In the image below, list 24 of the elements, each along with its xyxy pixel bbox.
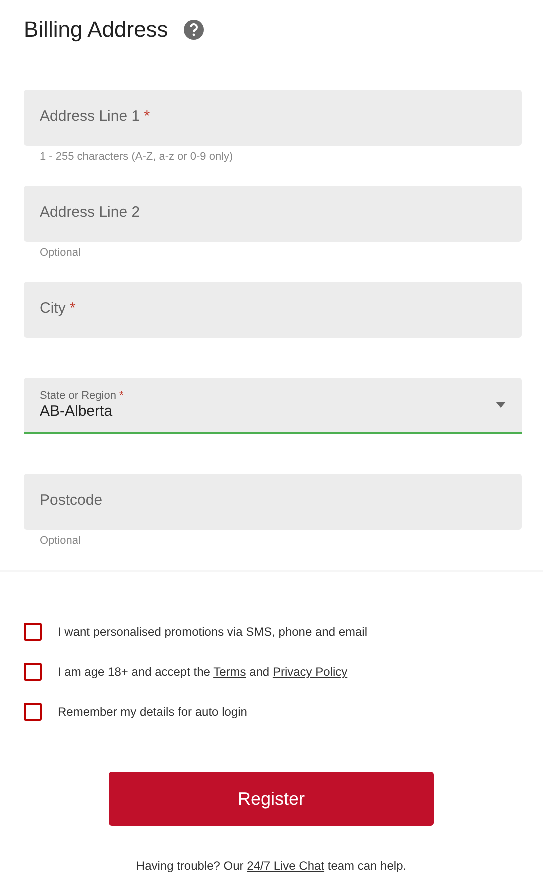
- dropdown-icon[interactable]: [496, 402, 506, 408]
- link[interactable]: Terms: [214, 665, 246, 679]
- register-button[interactable]: Register: [109, 772, 434, 826]
- hint-text: Optional: [40, 535, 81, 547]
- input-field[interactable]: City *: [24, 282, 522, 338]
- field-label: State or Region *: [40, 390, 124, 402]
- link[interactable]: 24/7 Live Chat: [247, 859, 325, 873]
- input-field[interactable]: Postcode: [24, 474, 522, 530]
- checkbox[interactable]: [24, 663, 42, 681]
- checkbox-label: I am age 18+ and accept the Terms and Privacy Policy: [58, 664, 348, 681]
- checkbox[interactable]: [24, 623, 42, 641]
- select-value: AB-Alberta: [40, 402, 114, 420]
- state-select[interactable]: State or Region * AB-Alberta: [24, 378, 522, 434]
- checkbox-label: I want personalised promotions via SMS, phone and email: [58, 624, 368, 641]
- page-title: Billing Address: [24, 16, 168, 44]
- checkbox-label: Remember my details for auto login: [58, 704, 248, 721]
- input-field[interactable]: Address Line 1 *: [24, 90, 522, 146]
- help-text: Having trouble? Our 24/7 Live Chat team can help.: [136, 859, 407, 873]
- hint-text: 1 - 255 characters (A-Z, a-z or 0-9 only): [40, 151, 234, 163]
- hint-text: Optional: [40, 247, 81, 259]
- link[interactable]: Privacy Policy: [272, 665, 348, 679]
- input-field[interactable]: Address Line 2: [24, 186, 522, 242]
- help-icon[interactable]: [184, 20, 204, 40]
- checkbox[interactable]: [24, 703, 42, 721]
